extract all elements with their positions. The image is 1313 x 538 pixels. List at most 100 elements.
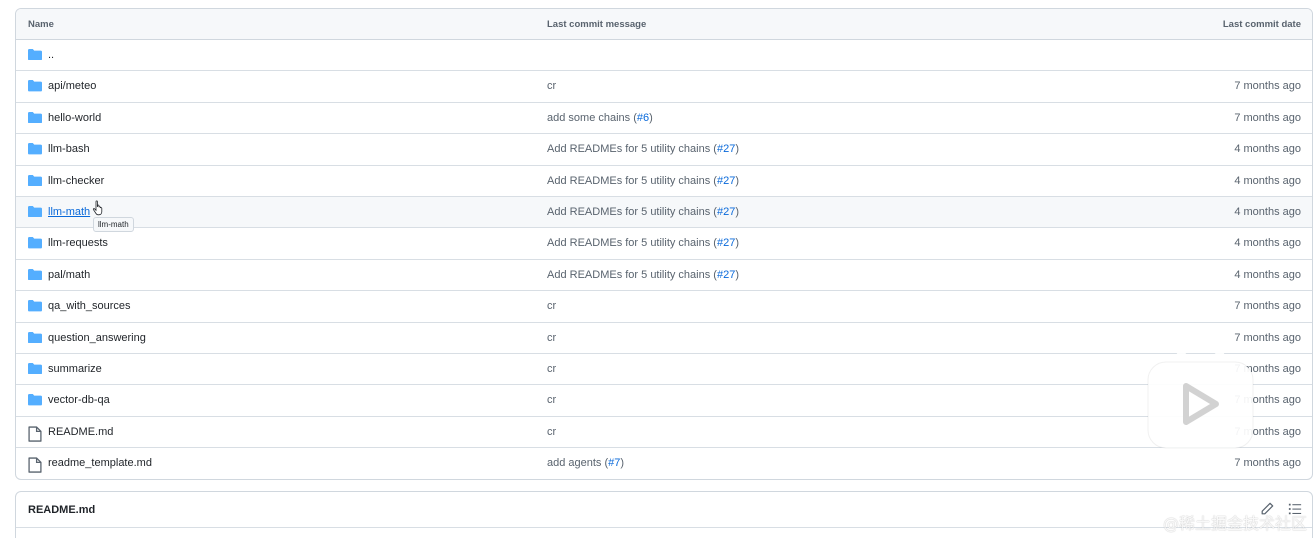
- folder-icon: [28, 268, 42, 281]
- commit-message-text[interactable]: Add READMEs for 5 utility chains (: [547, 143, 717, 155]
- issue-link[interactable]: #27: [717, 143, 735, 155]
- commit-message[interactable]: Add READMEs for 5 utility chains (#27): [547, 175, 739, 187]
- commit-message[interactable]: cr: [547, 363, 556, 375]
- commit-message-text[interactable]: add agents (: [547, 457, 608, 469]
- issue-link[interactable]: #7: [608, 457, 620, 469]
- commit-date: 4 months ago: [1234, 268, 1301, 281]
- table-row[interactable]: vector-db-qa cr 7 months ago: [16, 385, 1312, 417]
- commit-message[interactable]: cr: [547, 80, 556, 92]
- table-row[interactable]: hello-world add some chains (#6) 7 months …: [16, 103, 1312, 135]
- commit-message-text[interactable]: cr: [547, 363, 556, 375]
- folder-icon: [28, 237, 42, 249]
- file-name-link[interactable]: vector-db-qa: [48, 394, 110, 406]
- file-icon: [28, 457, 42, 473]
- table-row[interactable]: readme_template.md add agents (#7) 7 month…: [16, 448, 1312, 479]
- commit-date: 7 months ago: [1234, 111, 1301, 124]
- readme-title: README.md: [28, 504, 96, 516]
- issue-paren: ): [735, 174, 739, 187]
- header-commit-message: Last commit message: [547, 19, 647, 30]
- file-name-link[interactable]: qa_with_sources: [48, 300, 131, 312]
- commit-message[interactable]: Add READMEs for 5 utility chains (#27): [547, 269, 739, 281]
- table-row[interactable]: qa_with_sources cr 7 months ago: [16, 291, 1312, 323]
- folder-icon: [28, 49, 42, 61]
- file-name-link[interactable]: llm-math: [48, 206, 90, 218]
- commit-message-text[interactable]: cr: [547, 300, 556, 312]
- readme-header: README.md: [16, 492, 1312, 528]
- header-commit-date: Last commit date: [1222, 19, 1301, 30]
- commit-date: 7 months ago: [1234, 457, 1301, 470]
- commit-message-text[interactable]: add some chains (: [547, 112, 637, 124]
- table-row[interactable]: llm-math Add READMEs for 5 utility chains…: [16, 196, 1312, 232]
- folder-icon: [28, 143, 42, 155]
- commit-date: 4 months ago: [1234, 205, 1301, 218]
- file-name-link[interactable]: readme_template.md: [48, 457, 152, 469]
- commit-message-text[interactable]: cr: [547, 80, 556, 92]
- file-name-link[interactable]: hello-world: [48, 112, 101, 124]
- file-name-link[interactable]: llm-checker: [48, 175, 104, 187]
- commit-date: 4 months ago: [1234, 237, 1301, 250]
- folder-icon: [28, 300, 42, 312]
- commit-date: 7 months ago: [1234, 331, 1301, 344]
- table-row[interactable]: summarize cr 7 months ago: [16, 354, 1312, 386]
- table-header: Name Last commit message Last commit dat…: [16, 9, 1312, 40]
- commit-date: 7 months ago: [1234, 80, 1301, 93]
- file-table: Name Last commit message Last commit dat…: [15, 8, 1313, 480]
- table-row[interactable]: question_answering cr 7 months ago: [16, 323, 1312, 354]
- tooltip: llm-math: [93, 216, 134, 232]
- folder-icon: [28, 174, 42, 187]
- commit-message-text[interactable]: Add READMEs for 5 utility chains (: [547, 206, 717, 218]
- commit-message[interactable]: Add READMEs for 5 utility chains (#27): [547, 237, 739, 249]
- issue-link[interactable]: #27: [717, 237, 735, 249]
- folder-icon: [28, 205, 42, 218]
- file-name-link[interactable]: question_answering: [48, 332, 146, 344]
- commit-message-text[interactable]: Add READMEs for 5 utility chains (: [547, 237, 717, 249]
- commit-message[interactable]: add agents (#7): [547, 457, 624, 469]
- watermark: @稀土掘金技术社区: [1162, 514, 1307, 533]
- issue-link[interactable]: #27: [717, 175, 735, 187]
- issue-link[interactable]: #27: [717, 269, 735, 281]
- commit-message[interactable]: Add READMEs for 5 utility chains (#27): [547, 143, 739, 155]
- folder-icon: [28, 394, 42, 406]
- commit-message-text[interactable]: cr: [547, 394, 556, 406]
- table-row[interactable]: README.md cr 7 months ago: [16, 417, 1312, 449]
- table-row[interactable]: ..: [16, 40, 1312, 72]
- folder-icon: [28, 362, 42, 375]
- hand-cursor-icon: [92, 200, 103, 216]
- issue-paren: ): [735, 205, 739, 218]
- folder-icon: [28, 331, 42, 344]
- commit-message[interactable]: cr: [547, 426, 556, 438]
- file-name-link[interactable]: summarize: [48, 363, 102, 375]
- commit-message-text[interactable]: Add READMEs for 5 utility chains (: [547, 269, 717, 281]
- commit-message[interactable]: add some chains (#6): [547, 112, 653, 124]
- table-row[interactable]: pal/math Add READMEs for 5 utility chains…: [16, 260, 1312, 292]
- file-name-link[interactable]: llm-bash: [48, 143, 90, 155]
- table-row[interactable]: llm-requests Add READMEs for 5 utility ch…: [16, 228, 1312, 260]
- file-name-link[interactable]: pal/math: [48, 269, 90, 281]
- file-name-link[interactable]: README.md: [48, 426, 113, 438]
- commit-message-text[interactable]: cr: [547, 426, 556, 438]
- readme-panel: README.md: [15, 491, 1313, 538]
- table-row[interactable]: llm-bash Add READMEs for 5 utility chains…: [16, 134, 1312, 166]
- issue-paren: ): [620, 457, 625, 470]
- commit-message-text[interactable]: cr: [547, 332, 556, 344]
- issue-paren: ): [735, 268, 739, 281]
- folder-icon: [28, 80, 42, 92]
- header-name: Name: [28, 19, 54, 30]
- issue-link[interactable]: #6: [637, 112, 649, 124]
- play-icon[interactable]: [1146, 348, 1255, 450]
- commit-message[interactable]: cr: [547, 300, 556, 312]
- file-name-link[interactable]: llm-requests: [48, 237, 108, 249]
- issue-link[interactable]: #27: [717, 206, 735, 218]
- table-body: .. api/meteo cr 7 months ago hello-world add …: [16, 40, 1312, 479]
- commit-message[interactable]: cr: [547, 394, 556, 406]
- table-row[interactable]: api/meteo cr 7 months ago: [16, 71, 1312, 103]
- commit-date: 7 months ago: [1234, 300, 1301, 313]
- commit-message[interactable]: Add READMEs for 5 utility chains (#27): [547, 206, 739, 218]
- commit-message-text[interactable]: Add READMEs for 5 utility chains (: [547, 175, 717, 187]
- commit-message[interactable]: cr: [547, 332, 556, 344]
- file-icon: [28, 426, 42, 442]
- file-name-link[interactable]: api/meteo: [48, 80, 96, 92]
- table-row[interactable]: llm-checker Add READMEs for 5 utility cha…: [16, 166, 1312, 197]
- file-name-link[interactable]: ..: [48, 49, 54, 61]
- issue-paren: ): [735, 237, 739, 250]
